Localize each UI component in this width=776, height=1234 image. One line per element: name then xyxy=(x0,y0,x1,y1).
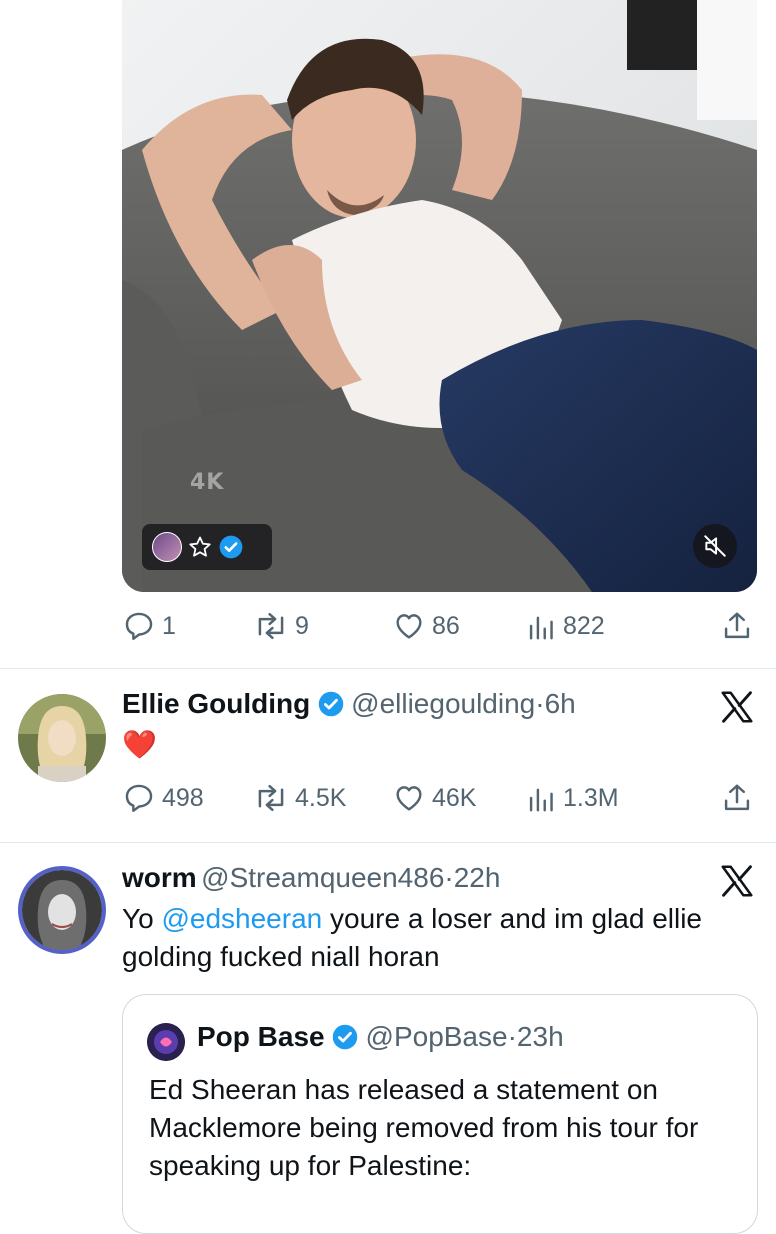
display-name: Pop Base xyxy=(197,1021,325,1052)
timestamp: 23h xyxy=(516,1021,564,1052)
star-icon xyxy=(188,535,212,559)
avatar xyxy=(152,532,182,562)
divider xyxy=(0,668,776,669)
timestamp[interactable]: 22h xyxy=(454,862,501,893)
repost-count: 9 xyxy=(295,611,309,640)
reply-header: worm @Streamqueen486·22h xyxy=(122,862,712,894)
repost-icon xyxy=(258,784,284,812)
avatar[interactable] xyxy=(18,694,106,782)
post-media[interactable]: 4K xyxy=(122,0,757,592)
heart-icon xyxy=(396,786,422,811)
mute-button[interactable] xyxy=(693,524,737,568)
repost-count: 4.5K xyxy=(295,783,347,812)
timestamp[interactable]: 6h xyxy=(545,688,576,719)
share-button[interactable] xyxy=(722,609,752,643)
post-photo xyxy=(122,0,757,592)
avatar[interactable] xyxy=(18,866,106,954)
repost-icon xyxy=(258,612,284,640)
views-count: 1.3M xyxy=(563,783,619,812)
reply-count: 498 xyxy=(162,783,204,812)
handle[interactable]: @Streamqueen486 xyxy=(201,862,444,893)
tweet-text: ❤️ xyxy=(122,729,157,760)
avatar xyxy=(147,1023,185,1061)
display-name[interactable]: Ellie Goulding xyxy=(122,688,310,719)
share-button[interactable] xyxy=(722,781,752,815)
muted-speaker-icon xyxy=(704,535,726,557)
quote-tweet-card[interactable]: Pop Base @PopBase·23h Ed Sheeran has rel… xyxy=(122,994,758,1234)
views-count: 822 xyxy=(563,611,605,640)
verified-icon xyxy=(218,534,244,560)
separator-dot: · xyxy=(535,688,545,719)
handle[interactable]: @elliegoulding xyxy=(351,688,535,719)
reply-header: Ellie Goulding @elliegoulding·6h xyxy=(122,688,712,723)
reply-icon xyxy=(125,612,153,640)
display-name[interactable]: worm xyxy=(122,862,197,893)
divider xyxy=(0,842,776,843)
x-logo-icon xyxy=(718,862,756,904)
views-button[interactable]: 822 xyxy=(527,609,605,643)
like-count: 46K xyxy=(432,783,477,812)
reply-button[interactable]: 1 xyxy=(122,609,176,643)
like-button[interactable]: 86 xyxy=(392,609,460,643)
views-icon xyxy=(529,788,553,812)
reply-button[interactable]: 498 xyxy=(122,781,204,815)
views-icon xyxy=(529,616,553,640)
verified-icon xyxy=(331,1023,359,1056)
handle: @PopBase xyxy=(365,1021,508,1052)
reply-count: 1 xyxy=(162,611,176,640)
views-button[interactable]: 1.3M xyxy=(527,781,619,815)
watermark: 4K xyxy=(190,470,225,495)
repost-button[interactable]: 4.5K xyxy=(253,781,346,815)
like-button[interactable]: 46K xyxy=(392,781,476,815)
x-logo-icon xyxy=(718,688,756,730)
media-badges[interactable] xyxy=(142,524,272,570)
share-icon xyxy=(724,612,750,639)
heart-icon xyxy=(396,614,422,639)
repost-button[interactable]: 9 xyxy=(253,609,309,643)
share-icon xyxy=(724,784,750,811)
verified-icon xyxy=(317,690,345,723)
reply-icon xyxy=(125,784,153,812)
separator-dot: · xyxy=(444,862,454,893)
like-count: 86 xyxy=(432,611,460,640)
quote-header: Pop Base @PopBase·23h xyxy=(197,1021,564,1056)
tweet-text: Yo @edsheeran youre a loser and im glad … xyxy=(122,900,752,976)
tweet-text-prefix: Yo xyxy=(122,903,162,934)
separator-dot: · xyxy=(507,1021,517,1052)
mention-link[interactable]: @edsheeran xyxy=(161,903,322,934)
quote-text: Ed Sheeran has released a statement on M… xyxy=(149,1074,699,1181)
